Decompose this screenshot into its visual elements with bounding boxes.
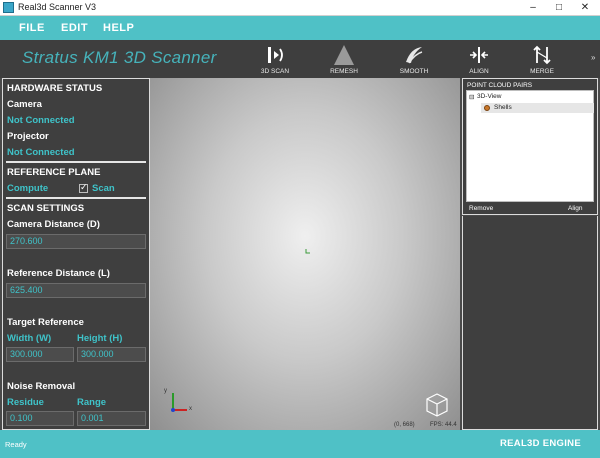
scan-settings-title: SCAN SETTINGS (7, 203, 85, 214)
range-label: Range (77, 397, 107, 408)
height-field[interactable]: 300.000 (77, 347, 146, 362)
remove-pair-button[interactable]: Remove (469, 205, 493, 212)
tree-expander-icon[interactable]: ⊟ (469, 93, 474, 101)
range-field[interactable]: 0.001 (77, 411, 146, 426)
compute-button[interactable]: Compute (7, 183, 48, 194)
align-icon (470, 47, 488, 63)
tree-node-3d-view[interactable]: 3D-View (477, 93, 501, 100)
width-field[interactable]: 300.000 (6, 347, 74, 362)
camera-distance-field[interactable]: 270.600 (6, 234, 146, 249)
fps-readout: FPS: 44.4 (430, 422, 457, 428)
align-pair-button[interactable]: Align (568, 205, 582, 212)
toolbar: Stratus KM1 3D Scanner 3D SCAN REMESH SM… (0, 40, 600, 78)
align-label: ALIGN (469, 68, 489, 75)
brand-title: Stratus KM1 3D Scanner (22, 48, 217, 67)
left-settings-panel: HARDWARE STATUS Camera Not Connected Pro… (2, 78, 150, 430)
title-bar: Real3d Scanner V3 – □ ✕ (0, 0, 600, 16)
point-cloud-pairs-title: POINT CLOUD PAIRS (467, 82, 533, 89)
window-title: Real3d Scanner V3 (18, 2, 97, 12)
close-button[interactable]: ✕ (572, 0, 598, 16)
axis-x-label: x (189, 406, 192, 412)
remesh-button[interactable]: REMESH (319, 42, 369, 76)
reference-distance-field[interactable]: 625.400 (6, 283, 146, 298)
reference-distance-label: Reference Distance (L) (7, 268, 110, 279)
camera-label: Camera (7, 99, 42, 110)
residue-field[interactable]: 0.100 (6, 411, 74, 426)
align-button[interactable]: ALIGN (454, 42, 504, 76)
scan-checkbox[interactable]: ✓ (79, 182, 88, 193)
point-cloud-pairs-panel: POINT CLOUD PAIRS ⊟ 3D-View Shells Remov… (462, 78, 598, 215)
merge-button[interactable]: MERGE (517, 42, 567, 76)
menu-bar: FILE EDIT HELP (0, 16, 600, 40)
merge-label: MERGE (530, 68, 554, 75)
3d-viewport[interactable]: y x (0, 668) FPS: 44.4 (150, 78, 460, 430)
projector-status: Not Connected (7, 147, 75, 158)
point-cloud-tree[interactable]: ⊟ 3D-View Shells (466, 90, 594, 202)
noise-removal-title: Noise Removal (7, 381, 76, 392)
merge-icon (533, 45, 551, 65)
axis-y-label: y (164, 388, 167, 394)
divider (6, 197, 146, 199)
camera-distance-label: Camera Distance (D) (7, 219, 100, 230)
hardware-status-title: HARDWARE STATUS (7, 83, 103, 94)
target-reference-title: Target Reference (7, 317, 84, 328)
origin-marker-icon (305, 249, 310, 254)
width-label: Width (W) (7, 333, 52, 344)
tree-node-shells[interactable]: Shells (494, 104, 512, 111)
height-label: Height (H) (77, 333, 123, 344)
menu-edit[interactable]: EDIT (61, 22, 88, 34)
view-cube-icon[interactable] (425, 392, 449, 418)
smooth-icon (406, 47, 423, 64)
reference-plane-title: REFERENCE PLANE (7, 167, 101, 178)
scan-3d-button[interactable]: 3D SCAN (250, 42, 300, 76)
scan-3d-label: 3D SCAN (260, 68, 290, 75)
residue-label: Residue (7, 397, 44, 408)
divider (6, 161, 146, 163)
minimize-button[interactable]: – (520, 0, 546, 16)
status-text: Ready (5, 440, 27, 449)
scan-checkbox-label: Scan (92, 183, 115, 194)
remesh-icon (334, 45, 354, 65)
smooth-button[interactable]: SMOOTH (389, 42, 439, 76)
projector-label: Projector (7, 131, 49, 142)
toolbar-overflow-button[interactable]: » (591, 53, 595, 62)
engine-label: REAL3D ENGINE (500, 438, 581, 449)
right-empty-panel (462, 216, 598, 430)
camera-status: Not Connected (7, 115, 75, 126)
maximize-button[interactable]: □ (546, 0, 572, 16)
menu-help[interactable]: HELP (103, 22, 134, 34)
app-icon (3, 2, 14, 13)
shell-icon (484, 105, 490, 111)
menu-file[interactable]: FILE (19, 22, 45, 34)
coordinate-readout: (0, 668) (394, 422, 415, 428)
smooth-label: SMOOTH (399, 68, 429, 75)
remesh-label: REMESH (330, 68, 358, 75)
status-bar: Ready REAL3D ENGINE (0, 430, 600, 458)
scan-icon (268, 47, 283, 63)
check-icon: ✓ (80, 182, 88, 192)
